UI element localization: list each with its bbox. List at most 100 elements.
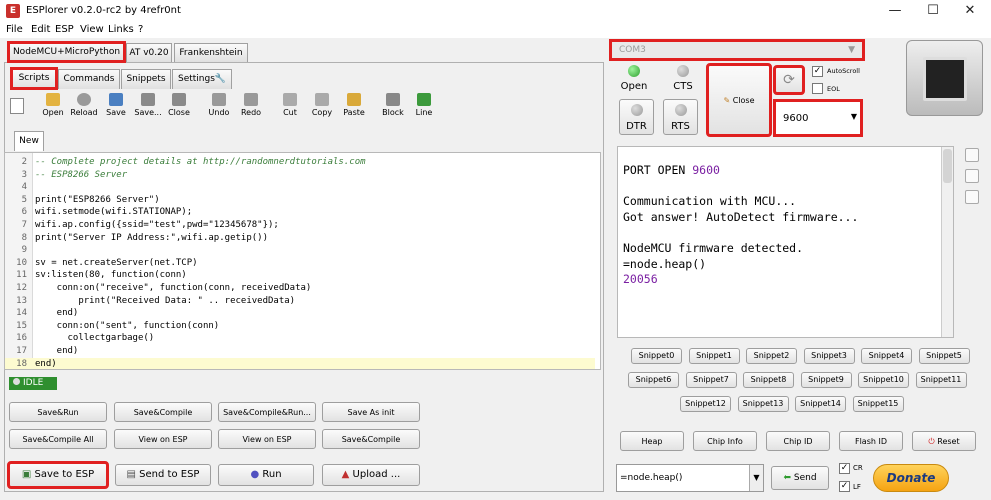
eol-checkbox[interactable]	[812, 83, 823, 94]
reset-button[interactable]: ⏻ Reset	[912, 431, 976, 451]
open-button[interactable]: Open	[37, 93, 69, 117]
code-editor[interactable]: 2 -- Complete project details at http://r…	[4, 152, 601, 370]
save-compile-all-button[interactable]: Save&Compile All	[9, 429, 107, 449]
cr-checkbox[interactable]: ✓	[839, 463, 850, 474]
autoscroll-checkbox[interactable]: ✓	[812, 66, 823, 77]
save-compile-run-button[interactable]: Save&Compile&Run...	[218, 402, 316, 422]
code-line: 5 print("ESP8266 Server")	[5, 194, 595, 207]
terminal-output[interactable]: PORT OPEN 9600 Communication with MCU... G…	[617, 146, 954, 338]
chip-info-button[interactable]: Chip Info	[693, 431, 757, 451]
save-compile-button[interactable]: Save&Compile	[114, 402, 212, 422]
tab-commands[interactable]: Commands	[58, 69, 120, 89]
minimize-button[interactable]: —	[878, 0, 912, 22]
port-select[interactable]: COM3 ▼	[609, 39, 865, 61]
side-button-1[interactable]	[965, 148, 979, 162]
menu-edit[interactable]: Edit	[31, 24, 50, 35]
lf-checkbox[interactable]: ✓	[839, 481, 850, 492]
save-compile-button-2[interactable]: Save&Compile	[322, 429, 420, 449]
menu-help[interactable]: ?	[138, 24, 143, 35]
side-button-2[interactable]	[965, 169, 979, 183]
snippet-button[interactable]: Snippet4	[861, 348, 912, 364]
redo-button[interactable]: Redo	[235, 93, 267, 117]
snippet-button[interactable]: Snippet5	[918, 348, 970, 364]
block-icon	[386, 93, 400, 106]
terminal-scroll-thumb[interactable]	[943, 149, 952, 183]
side-button-3[interactable]	[965, 190, 979, 204]
snippet-button[interactable]: Snippet3	[803, 348, 855, 364]
tab-at[interactable]: AT v0.20	[126, 43, 172, 62]
send-to-esp-icon: ▤	[126, 469, 140, 480]
snippet-button[interactable]: Snippet0	[631, 348, 682, 364]
save-to-esp-button[interactable]: ▣ Save to ESP	[7, 461, 109, 489]
line-number: 6	[21, 207, 27, 218]
copy-button[interactable]: Copy	[306, 93, 338, 117]
rts-button[interactable]: RTS	[663, 99, 698, 135]
menu-file[interactable]: File	[6, 24, 23, 35]
snippet-button[interactable]: Snippet2	[746, 348, 797, 364]
tab-frankenshtein[interactable]: Frankenshtein	[174, 43, 248, 62]
close-window-button[interactable]: ✕	[953, 0, 987, 22]
line-number: 3	[21, 169, 27, 180]
maximize-button[interactable]: ☐	[916, 0, 950, 22]
upload-button[interactable]: ▲ Upload ...	[322, 464, 420, 486]
undo-button[interactable]: Undo	[203, 93, 235, 117]
snippet-button[interactable]: Snippet12	[680, 396, 731, 412]
menu-esp[interactable]: ESP	[55, 24, 74, 35]
code-text: print("Received Data: " .. receivedData)	[35, 295, 296, 306]
send-to-esp-button[interactable]: ▤ Send to ESP	[115, 464, 211, 486]
run-button[interactable]: ● Run	[218, 464, 314, 486]
close-port-button[interactable]: ✎ Close	[706, 63, 772, 137]
snippet-button[interactable]: Snippet8	[743, 372, 794, 388]
baud-select[interactable]: 9600 ▼	[773, 99, 863, 137]
terminal-line: 20056	[623, 272, 658, 286]
command-input[interactable]: =node.heap() ▼	[616, 464, 764, 492]
line-number: 5	[21, 194, 27, 205]
flash-id-button[interactable]: Flash ID	[839, 431, 903, 451]
wrench-icon: 🔧	[214, 74, 227, 84]
line-button[interactable]: Line	[408, 93, 440, 117]
dtr-button[interactable]: DTR	[619, 99, 654, 135]
snippet-button[interactable]: Snippet15	[852, 396, 904, 412]
paste-button[interactable]: Paste	[338, 93, 370, 117]
save-button[interactable]: Save	[100, 93, 132, 117]
snippet-button[interactable]: Snippet14	[795, 396, 846, 412]
block-button[interactable]: Block	[377, 93, 409, 117]
code-line: 13 print("Received Data: " .. receivedDa…	[5, 295, 595, 308]
snippet-button[interactable]: Snippet13	[737, 396, 789, 412]
snippet-button[interactable]: Snippet11	[915, 372, 967, 388]
terminal-value: 9600	[692, 163, 720, 177]
snippet-button[interactable]: Snippet9	[800, 372, 852, 388]
close-file-label: Close	[168, 108, 190, 117]
new-file-icon[interactable]	[10, 98, 24, 114]
donate-button[interactable]: Donate	[873, 464, 949, 492]
snippet-button[interactable]: Snippet10	[858, 372, 909, 388]
reload-button[interactable]: Reload	[68, 93, 100, 117]
command-chevron-icon[interactable]: ▼	[749, 465, 763, 491]
save-as-button[interactable]: Save...	[132, 93, 164, 117]
chip-id-button[interactable]: Chip ID	[766, 431, 830, 451]
refresh-button[interactable]: ⟳	[773, 65, 805, 95]
eol-label: EOL	[827, 85, 840, 93]
tab-snippets[interactable]: Snippets	[121, 69, 171, 89]
view-on-esp-button[interactable]: View on ESP	[114, 429, 212, 449]
save-as-init-button[interactable]: Save As init	[322, 402, 420, 422]
tab-scripts[interactable]: Scripts	[10, 67, 58, 90]
menu-links[interactable]: Links	[108, 24, 134, 35]
view-on-esp-button-2[interactable]: View on ESP	[218, 429, 316, 449]
file-tab-new[interactable]: New	[14, 131, 44, 151]
save-run-button[interactable]: Save&Run	[9, 402, 107, 422]
terminal-text: Communication with MCU...	[623, 194, 797, 209]
close-file-button[interactable]: Close	[163, 93, 195, 117]
heap-button[interactable]: Heap	[620, 431, 684, 451]
tab-nodemcu[interactable]: NodeMCU+MicroPython	[7, 41, 126, 63]
cut-button[interactable]: Cut	[274, 93, 306, 117]
send-button[interactable]: ⬅ Send	[771, 466, 829, 490]
code-text: end)	[35, 308, 79, 319]
snippet-button[interactable]: Snippet1	[688, 348, 740, 364]
snippet-button[interactable]: Snippet6	[628, 372, 679, 388]
tab-settings[interactable]: Settings🔧	[172, 69, 232, 89]
snippet-button[interactable]: Snippet7	[685, 372, 737, 388]
code-line: 10 sv = net.createServer(net.TCP)	[5, 257, 595, 270]
terminal-scrollbar[interactable]	[941, 147, 953, 337]
menu-view[interactable]: View	[80, 24, 104, 35]
